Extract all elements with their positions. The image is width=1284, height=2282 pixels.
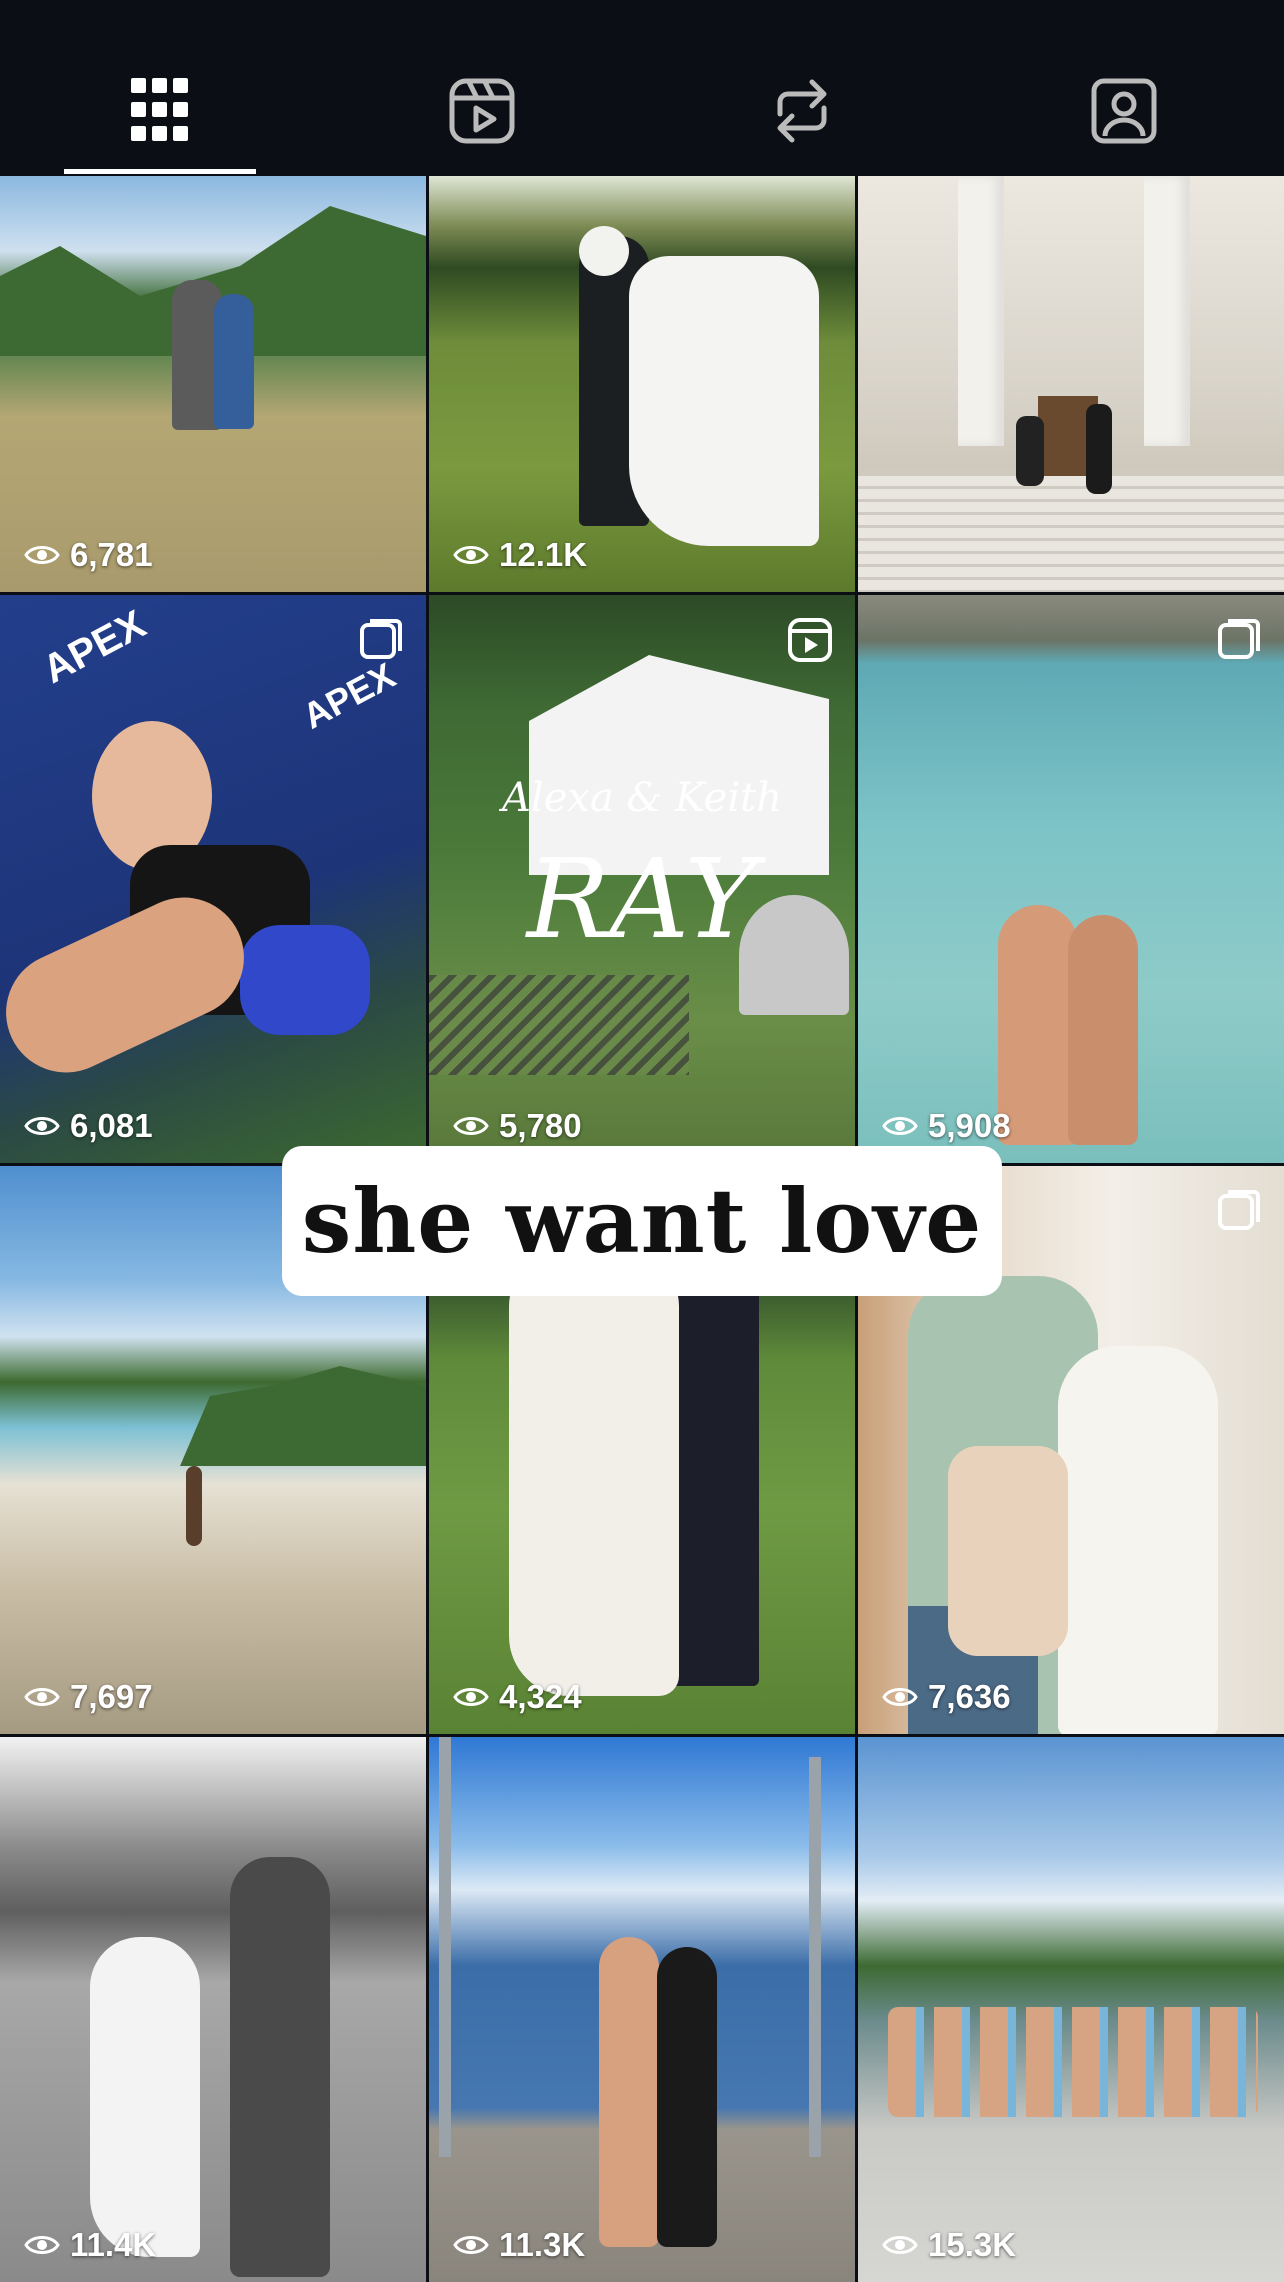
post-tile[interactable]: 11.3K xyxy=(429,1737,855,2282)
view-count: 5,908 xyxy=(882,1107,1011,1145)
person-figure xyxy=(657,1947,717,2247)
view-count: 7,636 xyxy=(882,1678,1011,1716)
view-count-label: 6,081 xyxy=(70,1107,153,1144)
view-count-label: 5,780 xyxy=(499,1107,582,1144)
wedding-surname-text: RAY xyxy=(526,835,758,963)
eye-icon xyxy=(882,1688,918,1706)
stairs xyxy=(858,476,1284,592)
pole xyxy=(809,1757,821,2157)
bride-dress xyxy=(509,1256,679,1696)
post-tile[interactable]: 15.3K xyxy=(858,1737,1284,2282)
tab-reels[interactable] xyxy=(382,60,582,176)
bouquet xyxy=(579,226,629,276)
view-count-label: 4,324 xyxy=(499,1678,582,1715)
view-count-label: 12.1K xyxy=(499,536,588,573)
eye-icon xyxy=(24,2236,60,2254)
post-photo xyxy=(0,1737,426,2282)
person-figure xyxy=(1058,1346,1218,1734)
view-count-label: 7,636 xyxy=(928,1678,1011,1715)
ceremony-chairs xyxy=(429,975,689,1075)
person-figure xyxy=(1086,404,1112,494)
view-count: 12.1K xyxy=(453,536,587,574)
eye-icon xyxy=(24,1688,60,1706)
tab-posts[interactable] xyxy=(60,60,260,176)
eye-icon xyxy=(882,2236,918,2254)
multi-photo-icon xyxy=(1218,1190,1260,1230)
profile-tab-bar xyxy=(0,0,1284,176)
post-tile[interactable]: 5,908 xyxy=(858,595,1284,1163)
person-figure xyxy=(1068,915,1138,1145)
eye-icon xyxy=(453,1117,489,1135)
view-count: 11.3K xyxy=(453,2226,585,2264)
eye-icon xyxy=(24,546,60,564)
post-tile[interactable]: 11.4K xyxy=(0,1737,426,2282)
person-shorts xyxy=(240,925,370,1035)
view-count: 15.3K xyxy=(882,2226,1016,2264)
post-tile[interactable] xyxy=(858,176,1284,592)
person-figure xyxy=(214,294,254,429)
group-of-people xyxy=(888,2007,1258,2117)
eye-icon xyxy=(453,546,489,564)
post-tile[interactable]: Alexa & Keith RAY 5,780 xyxy=(429,595,855,1163)
post-tile[interactable]: APEX APEX APEX 6,081 xyxy=(0,595,426,1163)
eye-icon xyxy=(453,2236,489,2254)
view-count-label: 7,697 xyxy=(70,1678,153,1715)
view-count-label: 11.3K xyxy=(499,2226,586,2263)
multi-photo-icon xyxy=(1218,619,1260,659)
view-count-label: 5,908 xyxy=(928,1107,1011,1144)
post-tile[interactable]: 12.1K xyxy=(429,176,855,592)
multi-photo-icon xyxy=(360,619,402,659)
pole xyxy=(439,1737,451,2157)
eye-icon xyxy=(24,1117,60,1135)
column xyxy=(1144,176,1190,446)
eye-icon xyxy=(453,1688,489,1706)
view-count: 5,780 xyxy=(453,1107,582,1145)
tab-reposts[interactable] xyxy=(702,60,902,176)
view-count: 4,324 xyxy=(453,1678,582,1716)
bride-dress xyxy=(629,256,819,546)
person-figure xyxy=(230,1857,330,2277)
person-figure xyxy=(1016,416,1044,486)
view-count-label: 15.3K xyxy=(928,2226,1017,2263)
view-count: 6,781 xyxy=(24,536,153,574)
view-count: 6,081 xyxy=(24,1107,153,1145)
bouquet xyxy=(948,1446,1068,1656)
eye-icon xyxy=(882,1117,918,1135)
post-tile[interactable]: 6,781 xyxy=(0,176,426,592)
selected-tab-indicator xyxy=(64,169,256,174)
person-dress xyxy=(90,1937,200,2257)
tagged-person-icon xyxy=(1091,78,1157,144)
view-count: 11.4K xyxy=(24,2226,156,2264)
reels-icon xyxy=(449,78,515,144)
view-count-label: 11.4K xyxy=(70,2226,157,2263)
reel-icon xyxy=(788,618,832,662)
grid-icon xyxy=(131,78,188,141)
person-figure xyxy=(599,1937,659,2247)
caption-overlay: she want love xyxy=(282,1146,1002,1296)
view-count-label: 6,781 xyxy=(70,536,153,573)
wedding-names-text: Alexa & Keith xyxy=(502,775,782,821)
mountain-shape xyxy=(180,1366,426,1466)
person-figure xyxy=(186,1466,202,1546)
column xyxy=(958,176,1004,446)
repost-icon xyxy=(777,79,827,143)
view-count: 7,697 xyxy=(24,1678,153,1716)
tab-tagged[interactable] xyxy=(1024,60,1224,176)
